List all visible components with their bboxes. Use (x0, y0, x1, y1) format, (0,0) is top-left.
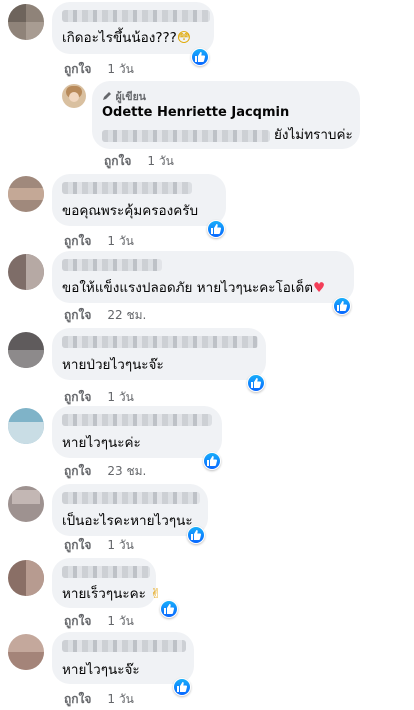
avatar[interactable] (8, 486, 44, 522)
avatar[interactable] (8, 4, 44, 40)
like-reaction-badge[interactable] (333, 297, 351, 315)
commenter-name-blurred[interactable] (62, 10, 210, 22)
commenter-name-blurred[interactable] (62, 336, 258, 348)
thumbs-up-icon (337, 301, 348, 311)
comment-actions: ถูกใจ 1 วัน (64, 690, 134, 709)
comment-actions: ถูกใจ 1 วัน (64, 60, 134, 79)
comment-item: เป็นอะไรคะหายไวๆนะ ถูกใจ 1 วัน (0, 482, 414, 560)
comment-reply: ผู้เขียน Odette Henriette Jacqmin ยังไม่… (0, 78, 414, 170)
comment-text-content: หายเร็วๆนะคะ (62, 586, 146, 602)
comment-text: เกิดอะไรขึ้นน้อง???😳 (62, 30, 191, 47)
commenter-name-blurred[interactable] (62, 182, 192, 194)
avatar[interactable] (8, 254, 44, 290)
like-button[interactable]: ถูกใจ (104, 154, 131, 168)
like-button[interactable]: ถูกใจ (64, 390, 91, 404)
avatar[interactable] (8, 332, 44, 368)
comment-text: หายไวๆนะจ๊ะ (62, 662, 140, 678)
comment-text: หายป่วยไวๆนะจ๊ะ (62, 357, 164, 373)
comment-actions: ถูกใจ 1 วัน (64, 612, 134, 631)
author-name[interactable]: Odette Henriette Jacqmin (102, 105, 289, 120)
like-button[interactable]: ถูกใจ (64, 308, 91, 322)
commenter-name-blurred[interactable] (62, 640, 186, 652)
thumbs-up-icon (191, 530, 202, 540)
comment-time[interactable]: 1 วัน (107, 538, 133, 552)
author-badge: ผู้เขียน (102, 88, 146, 105)
commenter-name-blurred[interactable] (62, 566, 150, 578)
comment-time[interactable]: 1 วัน (107, 614, 133, 628)
comment-bubble: หายเร็วๆนะคะ ✌ (52, 558, 178, 618)
like-button[interactable]: ถูกใจ (64, 62, 91, 76)
pencil-icon (103, 92, 111, 100)
like-button[interactable]: ถูกใจ (64, 538, 91, 552)
comment-item: ขอคุณพระคุ้มครองครับ ถูกใจ 1 วัน (0, 170, 414, 248)
comment-item: เกิดอะไรขึ้นน้อง???😳 ถูกใจ 1 วัน (0, 0, 414, 78)
thumbs-up-icon (211, 224, 222, 234)
author-badge-label: ผู้เขียน (115, 91, 146, 103)
blurred-text (102, 130, 270, 142)
like-button[interactable]: ถูกใจ (64, 464, 91, 478)
comment-bubble: ขอคุณพระคุ้มครองครับ (52, 174, 226, 238)
thumbs-up-icon (164, 604, 175, 614)
comment-text-content: ขอให้แข็งแรงปลอดภัย หายไวๆนะคะโอเด็ต (62, 280, 313, 296)
comment-text: เป็นอะไรคะหายไวๆนะ (62, 513, 193, 529)
like-button[interactable]: ถูกใจ (64, 692, 91, 706)
comment-text: ขอให้แข็งแรงปลอดภัย หายไวๆนะคะโอเด็ต♥ (62, 280, 325, 297)
avatar[interactable] (8, 634, 44, 670)
thumbs-up-icon (195, 52, 206, 62)
comment-time[interactable]: 23 ชม. (107, 464, 146, 478)
comment-bubble: ผู้เขียน Odette Henriette Jacqmin ยังไม่… (92, 81, 360, 149)
comment-actions: ถูกใจ 1 วัน (104, 152, 174, 171)
comment-actions: ถูกใจ 23 ชม. (64, 462, 146, 481)
thumbs-up-icon (177, 682, 188, 692)
avatar[interactable] (8, 560, 44, 596)
emoji-icon: 😳 (176, 30, 191, 46)
like-reaction-badge[interactable] (191, 48, 209, 66)
comment-time[interactable]: 1 วัน (147, 154, 173, 168)
like-reaction-badge[interactable] (187, 526, 205, 544)
like-button[interactable]: ถูกใจ (64, 614, 91, 628)
like-reaction-badge[interactable] (173, 678, 191, 696)
like-reaction-badge[interactable] (247, 374, 265, 392)
comment-text: ขอคุณพระคุ้มครองครับ (62, 203, 199, 219)
like-reaction-badge[interactable] (203, 452, 221, 470)
comment-text: หายเร็วๆนะคะ ✌ (62, 586, 161, 603)
comment-time[interactable]: 1 วัน (107, 692, 133, 706)
comment-bubble: เกิดอะไรขึ้นน้อง???😳 (52, 2, 214, 66)
comment-text: หายไวๆนะค่ะ (62, 435, 141, 451)
commenter-name-blurred[interactable] (62, 259, 162, 271)
comment-time[interactable]: 1 วัน (107, 390, 133, 404)
comment-bubble: หายไวๆนะค่ะ (52, 406, 222, 470)
like-button[interactable]: ถูกใจ (64, 234, 91, 248)
like-reaction-badge[interactable] (207, 220, 225, 238)
comment-bubble: หายป่วยไวๆนะจ๊ะ (52, 328, 266, 392)
commenter-name-blurred[interactable] (62, 492, 200, 504)
like-reaction-badge[interactable] (160, 600, 178, 618)
avatar[interactable] (62, 84, 86, 108)
comment-bubble: หายไวๆนะจ๊ะ (52, 632, 194, 696)
comment-actions: ถูกใจ 1 วัน (64, 536, 134, 555)
comment-item: หายไวๆนะค่ะ ถูกใจ 23 ชม. (0, 404, 414, 482)
avatar[interactable] (8, 408, 44, 444)
comment-item: หายไวๆนะจ๊ะ ถูกใจ 1 วัน (0, 630, 414, 710)
victory-hand-icon: ✌ (150, 586, 162, 602)
comment-bubble: เป็นอะไรคะหายไวๆนะ (52, 484, 208, 544)
thumbs-up-icon (251, 378, 262, 388)
comment-bubble: ขอให้แข็งแรงปลอดภัย หายไวๆนะคะโอเด็ต♥ (52, 251, 354, 315)
comment-item: ขอให้แข็งแรงปลอดภัย หายไวๆนะคะโอเด็ต♥ ถู… (0, 248, 414, 326)
comment-time[interactable]: 1 วัน (107, 62, 133, 76)
comment-text: ยังไม่ทราบค่ะ (274, 127, 353, 143)
comment-text-content: เกิดอะไรขึ้นน้อง??? (62, 30, 177, 46)
comment-time[interactable]: 22 ชม. (107, 308, 146, 322)
heart-icon: ♥ (313, 280, 326, 296)
avatar[interactable] (8, 176, 44, 212)
thumbs-up-icon (207, 456, 218, 466)
commenter-name-blurred[interactable] (62, 414, 212, 426)
comment-actions: ถูกใจ 22 ชม. (64, 306, 146, 325)
comment-item: หายป่วยไวๆนะจ๊ะ ถูกใจ 1 วัน (0, 326, 414, 404)
comment-time[interactable]: 1 วัน (107, 234, 133, 248)
comment-item: หายเร็วๆนะคะ ✌ ถูกใจ 1 วัน (0, 556, 414, 630)
